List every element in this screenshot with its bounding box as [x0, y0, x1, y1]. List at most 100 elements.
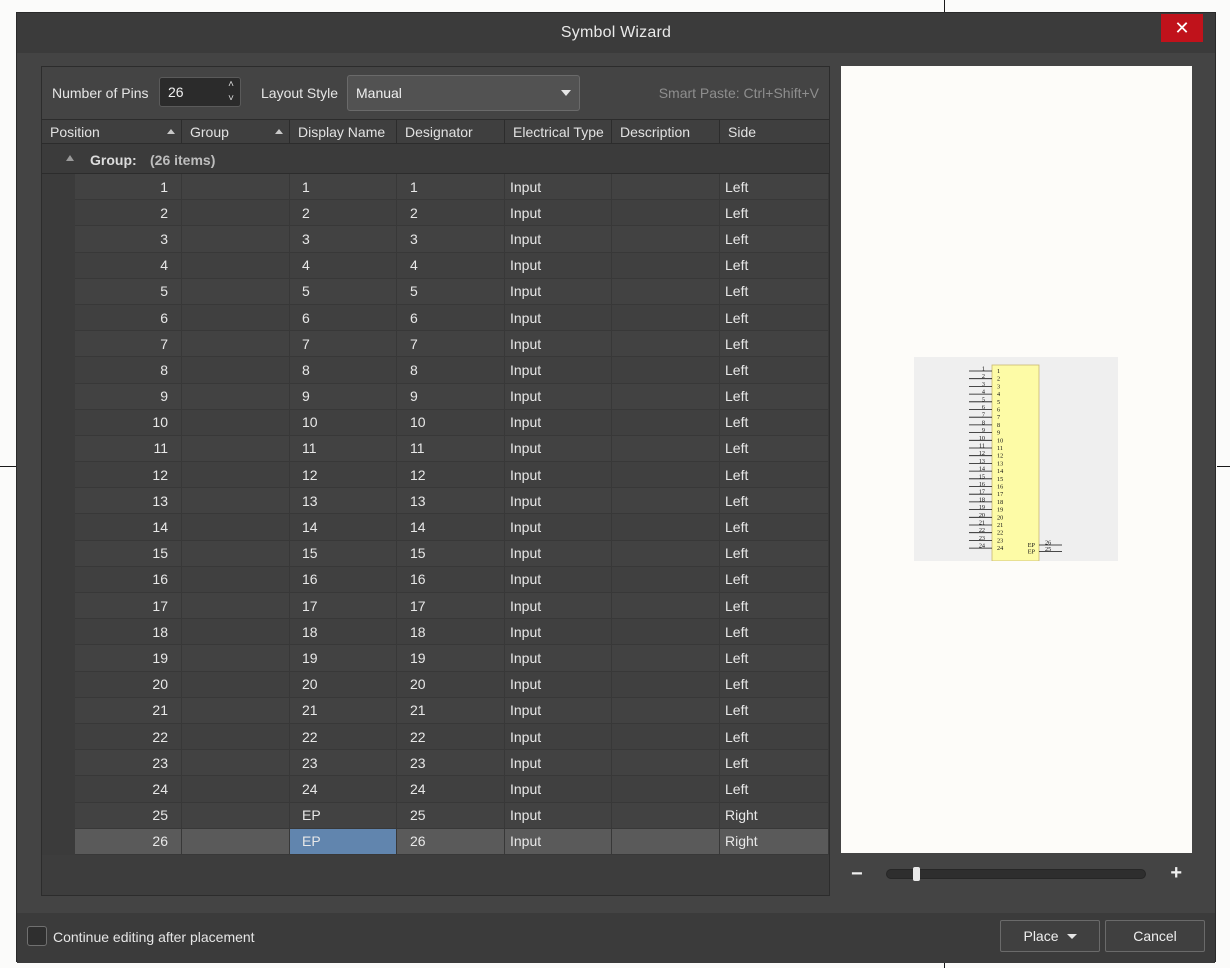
- cell-group[interactable]: [182, 331, 290, 358]
- table-row[interactable]: 7 7 7 Input Left: [42, 331, 829, 358]
- cell-position[interactable]: 2: [75, 200, 182, 227]
- cell-side[interactable]: Right: [720, 802, 829, 829]
- cell-side[interactable]: Right: [720, 828, 829, 855]
- cell-side[interactable]: Left: [720, 357, 829, 384]
- pins-stepper[interactable]: 26 ˄ ˅: [159, 77, 241, 107]
- cell-group[interactable]: [182, 802, 290, 829]
- cell-position[interactable]: 10: [75, 409, 182, 436]
- cell-side[interactable]: Left: [720, 278, 829, 305]
- cell-display-name[interactable]: 16: [290, 566, 397, 593]
- cell-electrical-type[interactable]: Input: [505, 174, 612, 201]
- cell-position[interactable]: 5: [75, 278, 182, 305]
- cell-group[interactable]: [182, 828, 290, 855]
- cell-group[interactable]: [182, 462, 290, 489]
- cell-designator[interactable]: 17: [397, 593, 505, 620]
- cell-position[interactable]: 17: [75, 593, 182, 620]
- cell-side[interactable]: Left: [720, 540, 829, 567]
- cell-electrical-type[interactable]: Input: [505, 278, 612, 305]
- cell-side[interactable]: Left: [720, 435, 829, 463]
- cell-position[interactable]: 25: [75, 802, 182, 829]
- cell-electrical-type[interactable]: Input: [505, 331, 612, 358]
- cell-side[interactable]: Left: [720, 174, 829, 201]
- cell-group[interactable]: [182, 252, 290, 279]
- cell-designator[interactable]: 5: [397, 278, 505, 305]
- cell-display-name[interactable]: 22: [290, 723, 397, 751]
- table-row[interactable]: 26 EP 26 Input Right: [42, 828, 829, 855]
- table-row[interactable]: 11 11 11 Input Left: [42, 435, 829, 463]
- cell-designator[interactable]: 1: [397, 174, 505, 201]
- cell-side[interactable]: Left: [720, 462, 829, 489]
- cell-electrical-type[interactable]: Input: [505, 645, 612, 672]
- column-header-display-name[interactable]: Display Name: [290, 120, 397, 144]
- cell-electrical-type[interactable]: Input: [505, 435, 612, 463]
- table-row[interactable]: 12 12 12 Input Left: [42, 462, 829, 489]
- cell-description[interactable]: [612, 252, 720, 279]
- cell-display-name[interactable]: 11: [290, 435, 397, 463]
- cell-designator[interactable]: 7: [397, 331, 505, 358]
- cell-display-name[interactable]: 13: [290, 488, 397, 515]
- cell-description[interactable]: [612, 462, 720, 489]
- column-header-electrical-type[interactable]: Electrical Type: [505, 120, 612, 144]
- cell-side[interactable]: Left: [720, 671, 829, 698]
- table-row[interactable]: 21 21 21 Input Left: [42, 697, 829, 724]
- cell-electrical-type[interactable]: Input: [505, 357, 612, 384]
- cell-group[interactable]: [182, 488, 290, 515]
- cell-side[interactable]: Left: [720, 331, 829, 358]
- cell-display-name[interactable]: 24: [290, 776, 397, 803]
- cell-description[interactable]: [612, 671, 720, 698]
- table-row[interactable]: 9 9 9 Input Left: [42, 383, 829, 410]
- cell-electrical-type[interactable]: Input: [505, 540, 612, 567]
- cell-position[interactable]: 13: [75, 488, 182, 515]
- cell-group[interactable]: [182, 383, 290, 410]
- cell-group[interactable]: [182, 671, 290, 698]
- cell-electrical-type[interactable]: Input: [505, 671, 612, 698]
- table-row[interactable]: 20 20 20 Input Left: [42, 671, 829, 698]
- cell-group[interactable]: [182, 304, 290, 332]
- cell-position[interactable]: 19: [75, 645, 182, 672]
- cell-designator[interactable]: 2: [397, 200, 505, 227]
- chevron-up-icon[interactable]: ˄: [228, 79, 234, 91]
- cell-position[interactable]: 9: [75, 383, 182, 410]
- cell-description[interactable]: [612, 750, 720, 777]
- cell-description[interactable]: [612, 200, 720, 227]
- cell-group[interactable]: [182, 645, 290, 672]
- cell-position[interactable]: 12: [75, 462, 182, 489]
- cell-display-name[interactable]: 1: [290, 174, 397, 201]
- close-button[interactable]: ✕: [1161, 14, 1203, 42]
- table-row[interactable]: 22 22 22 Input Left: [42, 723, 829, 751]
- cell-side[interactable]: Left: [720, 252, 829, 279]
- cell-display-name[interactable]: 18: [290, 619, 397, 646]
- cell-designator[interactable]: 12: [397, 462, 505, 489]
- cell-side[interactable]: Left: [720, 200, 829, 227]
- table-row[interactable]: 17 17 17 Input Left: [42, 593, 829, 620]
- cell-electrical-type[interactable]: Input: [505, 593, 612, 620]
- cell-group[interactable]: [182, 200, 290, 227]
- cell-designator[interactable]: 18: [397, 619, 505, 646]
- cell-electrical-type[interactable]: Input: [505, 304, 612, 332]
- cell-designator[interactable]: 15: [397, 540, 505, 567]
- cell-side[interactable]: Left: [720, 776, 829, 803]
- cell-display-name[interactable]: EP: [290, 802, 397, 829]
- zoom-slider[interactable]: [886, 867, 1146, 881]
- cell-display-name[interactable]: 10: [290, 409, 397, 436]
- cell-side[interactable]: Left: [720, 514, 829, 541]
- cancel-button[interactable]: Cancel: [1105, 920, 1205, 952]
- cell-description[interactable]: [612, 488, 720, 515]
- cell-electrical-type[interactable]: Input: [505, 200, 612, 227]
- cell-group[interactable]: [182, 776, 290, 803]
- cell-position[interactable]: 11: [75, 435, 182, 463]
- cell-description[interactable]: [612, 226, 720, 253]
- cell-side[interactable]: Left: [720, 593, 829, 620]
- chevron-down-icon[interactable]: ˅: [228, 93, 234, 105]
- cell-side[interactable]: Left: [720, 619, 829, 646]
- cell-position[interactable]: 24: [75, 776, 182, 803]
- cell-group[interactable]: [182, 514, 290, 541]
- table-row[interactable]: 23 23 23 Input Left: [42, 750, 829, 777]
- cell-group[interactable]: [182, 174, 290, 201]
- cell-electrical-type[interactable]: Input: [505, 409, 612, 436]
- cell-designator[interactable]: 11: [397, 435, 505, 463]
- cell-designator[interactable]: 23: [397, 750, 505, 777]
- cell-description[interactable]: [612, 802, 720, 829]
- cell-electrical-type[interactable]: Input: [505, 619, 612, 646]
- cell-display-name[interactable]: 23: [290, 750, 397, 777]
